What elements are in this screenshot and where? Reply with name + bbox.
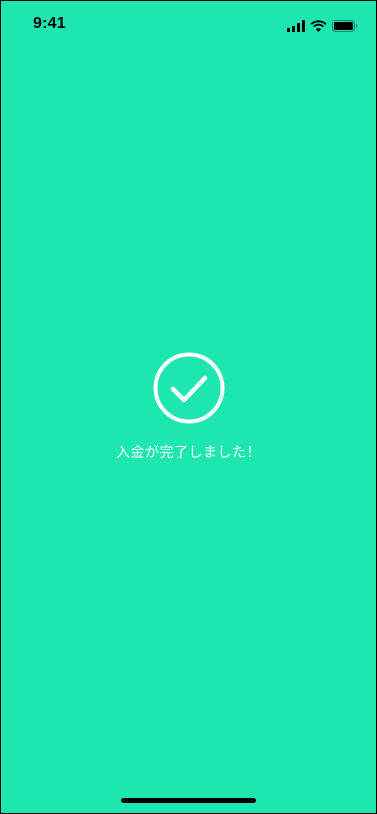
check-circle-icon bbox=[153, 352, 225, 428]
success-message: 入金が完了しました！ bbox=[116, 445, 261, 461]
wifi-icon bbox=[310, 17, 327, 36]
success-panel: 入金が完了しました！ bbox=[1, 352, 376, 462]
cellular-signal-icon bbox=[287, 17, 305, 36]
home-indicator[interactable] bbox=[121, 798, 256, 803]
status-time: 9:41 bbox=[33, 15, 66, 32]
phone-screen: 9:41 入金が完了しました！ bbox=[0, 0, 377, 814]
status-icons bbox=[287, 17, 358, 36]
battery-icon bbox=[332, 17, 358, 36]
status-bar: 9:41 bbox=[1, 1, 376, 45]
